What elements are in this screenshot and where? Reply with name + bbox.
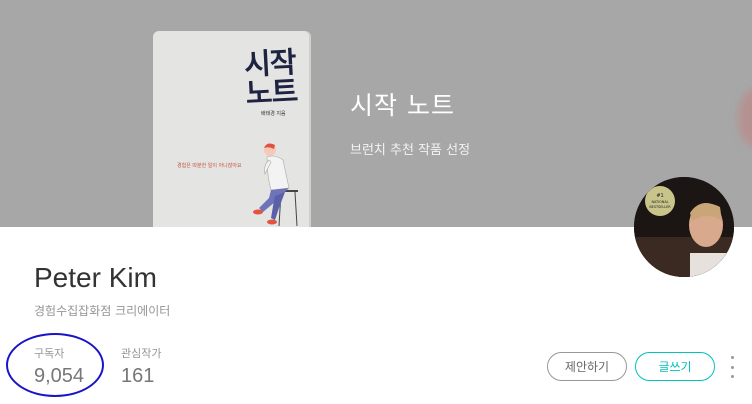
cover-edge-decoration (738, 88, 752, 148)
following-count: 161 (121, 365, 155, 387)
book-subtitle: 경험은 따분한 일이 아니잖아요 (177, 163, 242, 169)
highlight-circle-annotation (6, 333, 104, 397)
book-title: 시작 노트 (243, 44, 298, 111)
suggest-button[interactable]: 제안하기 (547, 352, 627, 381)
book-author: 배태경 지음 (261, 111, 286, 117)
avatar-photo: #1 NATIONAL BESTSELLER (634, 177, 734, 277)
seated-man-illustration (253, 143, 298, 227)
following-label: 관심작가 (121, 347, 162, 360)
write-button[interactable]: 글쓰기 (635, 352, 715, 381)
badge-line-1: #1 (656, 193, 663, 199)
badge-line-3: BESTSELLER (649, 205, 671, 209)
cover-title: 시작 노트 (350, 91, 455, 120)
cover-subtitle: 브런치 추천 작품 선정 (350, 143, 471, 158)
more-vertical-icon[interactable] (726, 356, 738, 378)
badge-line-2: NATIONAL (651, 200, 668, 204)
book-cover[interactable]: 시작 노트 배태경 지음 경험은 따분한 일이 아니잖아요 (153, 31, 311, 227)
profile-name: Peter Kim (34, 262, 157, 293)
following-stat[interactable]: 관심작가 161 (121, 345, 161, 388)
profile-description: 경험수집잡화점 크리에이터 (34, 304, 171, 318)
avatar[interactable]: #1 NATIONAL BESTSELLER (634, 177, 734, 277)
cover-banner: 시작 노트 배태경 지음 경험은 따분한 일이 아니잖아요 시작 노트 브런치 … (0, 0, 752, 227)
